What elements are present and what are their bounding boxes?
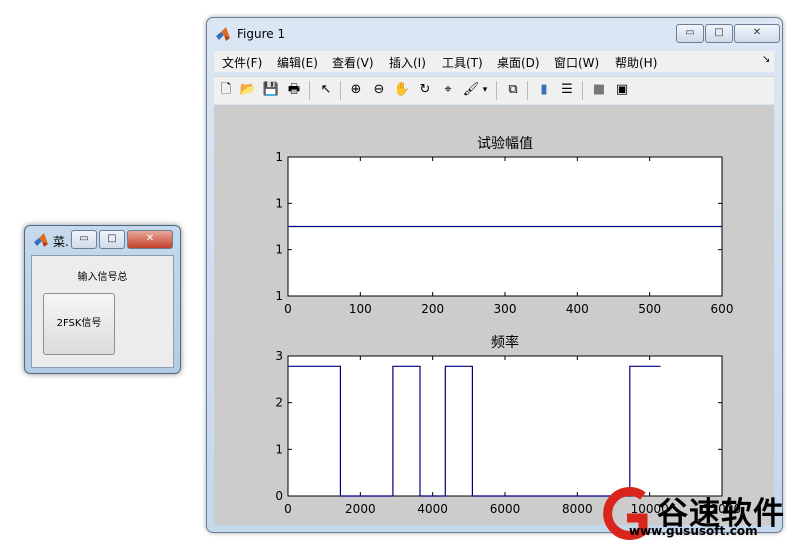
figure-titlebar[interactable]: Figure 1 ▭ □ ✕ (215, 24, 780, 44)
input-signal-label: 输入信号总 (77, 272, 128, 283)
figure-canvas: 试验幅值 0 100 200 300 400 500 600 1 1 1 1 频率 0 2000 4000 60… (214, 105, 774, 525)
link-plot-icon[interactable]: ⧉ (504, 81, 522, 99)
zoom-in-icon[interactable]: ⊕ (347, 81, 365, 99)
chart-1-x-tick-label: 8000 (562, 502, 593, 516)
chart-1-y-tick-label: 1 (275, 442, 283, 456)
menu-window-titlebar[interactable]: 菜. ▭ □ ✕ (31, 230, 174, 250)
close-icon: ✕ (752, 27, 762, 38)
open-file-icon[interactable]: 📂 (239, 81, 257, 99)
chart-1-x-tick-label: 4000 (417, 502, 448, 516)
chart-1-y-tick-label: 2 (275, 396, 283, 410)
menu-window[interactable]: 窗口(W) (554, 54, 599, 71)
chart-1-x-tick-label: 6000 (490, 502, 521, 516)
chart-0-x-tick-label: 200 (421, 302, 444, 316)
rotate-3d-icon[interactable]: ↻ (416, 81, 434, 99)
select-arrow-icon[interactable]: ↖ (317, 81, 335, 99)
chart-0-y-tick-label: 1 (275, 289, 283, 303)
save-icon[interactable]: 💾 (262, 81, 280, 99)
menu-view[interactable]: 查看(V) (332, 54, 374, 71)
minimize-button[interactable]: ▭ (676, 24, 704, 43)
toolbar-separator (309, 81, 310, 100)
toolbar-separator (527, 81, 528, 100)
menu-bar: 文件(F) 编辑(E) 查看(V) 插入(I) 工具(T) 桌面(D) 窗口(W… (214, 51, 774, 72)
chart-0-y-tick-label: 1 (275, 243, 283, 257)
figure-window: Figure 1 ▭ □ ✕ 文件(F) 编辑(E) 查看(V) 插入(I) 工… (206, 17, 783, 533)
chart-0-x-tick-label: 600 (711, 302, 734, 316)
matlab-logo-icon (216, 27, 230, 41)
menu-edit[interactable]: 编辑(E) (277, 54, 318, 71)
figure-title: Figure 1 (237, 27, 286, 41)
show-plot-tools-icon[interactable]: ▣ (613, 81, 631, 99)
colorbar-icon[interactable]: ▮ (535, 81, 553, 99)
chart-0-title: 试验幅值 (477, 136, 533, 152)
menu-help[interactable]: 帮助(H) (615, 54, 657, 71)
menu-window: 菜. ▭ □ ✕ 输入信号总 2FSK信号 (24, 225, 181, 374)
menu-file[interactable]: 文件(F) (222, 54, 262, 71)
chart-0-y-tick-label: 1 (275, 150, 283, 164)
dock-arrow-icon[interactable]: ↘ (762, 54, 770, 65)
chart-0-x-tick-label: 0 (284, 302, 292, 316)
figure-toolbar: 🗋 📂 💾 🖶 ↖ ⊕ ⊖ ✋ ↻ ⌖ 🖌 ▾ ⧉ ▮ ☰ ■ ▣ (214, 76, 774, 104)
fsk-signal-button[interactable]: 2FSK信号 (43, 293, 115, 355)
chart-0-y-tick-label: 1 (275, 196, 283, 210)
hide-plot-tools-icon[interactable]: ■ (590, 81, 608, 99)
minimize-icon: ▭ (79, 233, 89, 244)
print-icon[interactable]: 🖶 (285, 81, 303, 99)
menu-window-title: 菜. (53, 235, 69, 249)
matlab-logo-icon (34, 233, 48, 247)
maximize-icon: □ (714, 27, 724, 38)
zoom-out-icon[interactable]: ⊖ (370, 81, 388, 99)
watermark-url: www.gususoft.com (629, 524, 758, 538)
chart-1-y-tick-label: 3 (275, 349, 283, 363)
close-button[interactable]: ✕ (734, 24, 780, 43)
plots-svg: 试验幅值 0 100 200 300 400 500 600 1 1 1 1 频率 0 2000 4000 60… (275, 136, 741, 516)
toolbar-separator (496, 81, 497, 100)
chart-0-x-tick-label: 500 (638, 302, 661, 316)
toolbar-separator (582, 81, 583, 100)
pan-hand-icon[interactable]: ✋ (393, 81, 411, 99)
toolbar-separator (340, 81, 341, 100)
minimize-icon: ▭ (685, 27, 695, 38)
menu-tools[interactable]: 工具(T) (442, 54, 483, 71)
chart-1-title: 频率 (491, 334, 519, 351)
chart-0-x-tick-label: 400 (566, 302, 589, 316)
new-figure-icon[interactable]: 🗋 (217, 81, 235, 99)
chart-1-x-tick-label: 0 (284, 502, 292, 516)
menu-desktop[interactable]: 桌面(D) (497, 54, 540, 71)
menu-insert[interactable]: 插入(I) (389, 54, 426, 71)
maximize-button[interactable]: □ (705, 24, 733, 43)
close-button[interactable]: ✕ (127, 230, 173, 249)
chart-1-y-tick-label: 0 (275, 489, 283, 503)
minimize-button[interactable]: ▭ (71, 230, 97, 249)
data-cursor-icon[interactable]: ⌖ (439, 81, 457, 99)
legend-icon[interactable]: ☰ (558, 81, 576, 99)
watermark: 谷速软件 www.gususoft.com (595, 486, 794, 541)
chart-0-x-tick-label: 300 (494, 302, 517, 316)
chart-1-x-tick-label: 2000 (345, 502, 376, 516)
menu-window-client: 输入信号总 2FSK信号 (31, 255, 174, 368)
brush-icon[interactable]: 🖌 (462, 81, 480, 99)
maximize-icon: □ (107, 233, 117, 244)
chart-0-x-tick-label: 100 (349, 302, 372, 316)
maximize-button[interactable]: □ (99, 230, 125, 249)
close-icon: ✕ (145, 233, 155, 244)
chart-1-axes-box (287, 355, 723, 497)
brush-dropdown-icon[interactable]: ▾ (480, 81, 490, 99)
